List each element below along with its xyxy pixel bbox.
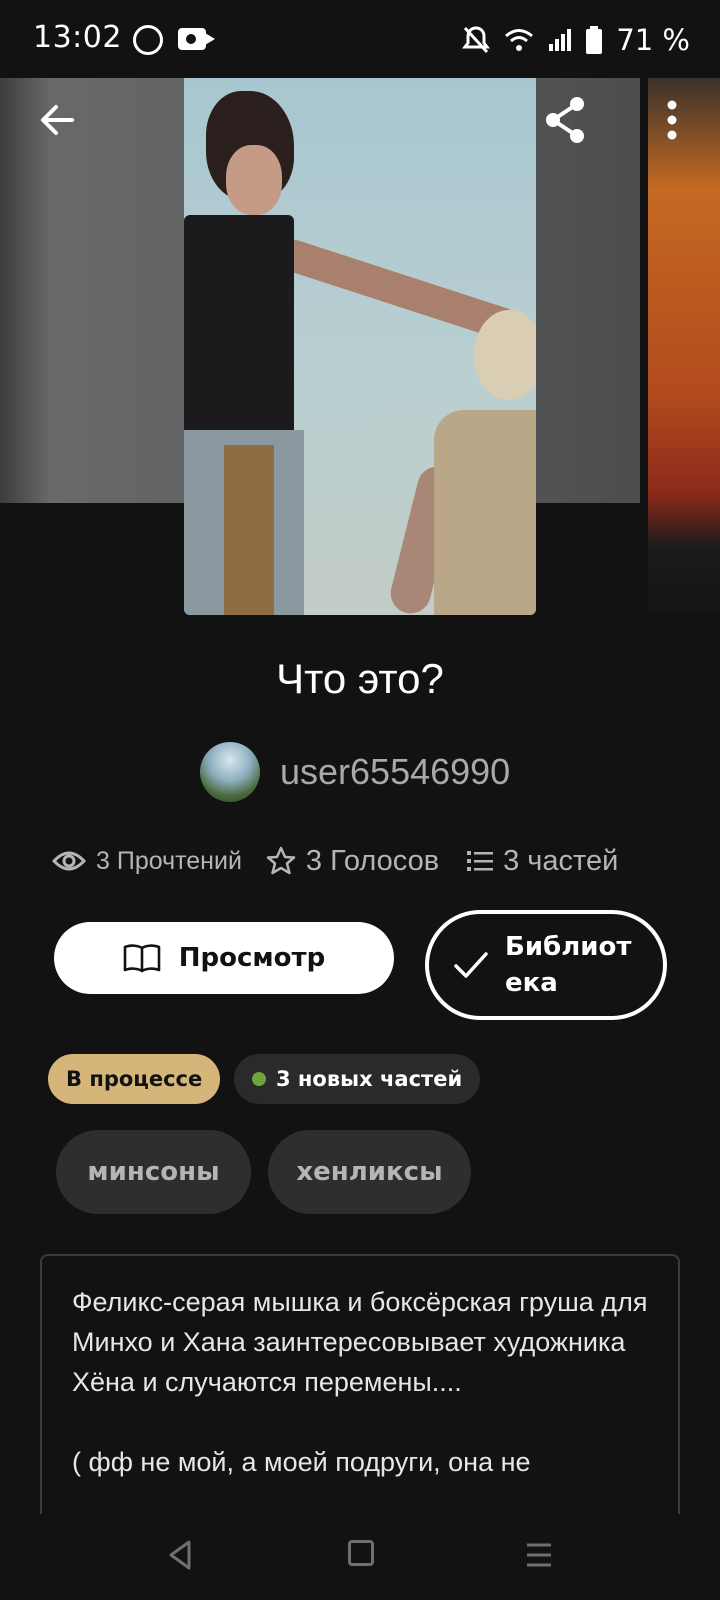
library-button-label: Библиотека: [505, 932, 632, 998]
avatar[interactable]: [200, 742, 260, 802]
next-cover-preview[interactable]: [648, 68, 720, 613]
description-box[interactable]: Феликс-серая мышка и боксёрская груша дл…: [40, 1254, 680, 1514]
share-icon[interactable]: [540, 92, 596, 148]
story-stats: 3 Прочтений 3 Голосов 3 частей: [52, 836, 692, 886]
system-nav-bar: [0, 1514, 720, 1600]
votes-stat: 3 Голосов: [266, 845, 439, 878]
check-icon: [454, 952, 488, 978]
read-button[interactable]: Просмотр: [54, 922, 394, 994]
parts-stat: 3 частей: [467, 845, 618, 878]
battery-icon: [586, 26, 603, 54]
description-text: Феликс-серая мышка и боксёрская груша дл…: [72, 1287, 648, 1477]
votes-count: 3 Голосов: [305, 844, 440, 877]
author-name[interactable]: user65546990: [280, 751, 510, 793]
nav-back-icon[interactable]: [163, 1538, 197, 1572]
new-dot-icon: [252, 1072, 266, 1086]
status-time: 13:02: [33, 20, 122, 55]
back-arrow-icon[interactable]: [30, 92, 86, 148]
list-icon: [467, 851, 494, 871]
battery-percent: 71 %: [616, 23, 690, 57]
wifi-icon: [505, 29, 534, 51]
parts-count: 3 частей: [503, 844, 619, 877]
new-parts-badge: 3 новых частей: [234, 1054, 481, 1104]
author-row[interactable]: user65546990: [200, 740, 510, 804]
story-cover[interactable]: [184, 65, 536, 615]
bell-off-icon: [462, 26, 491, 54]
read-button-label: Просмотр: [178, 943, 326, 973]
star-icon: [266, 846, 296, 875]
nav-menu-icon[interactable]: [526, 1542, 552, 1568]
new-parts-label: 3 новых частей: [276, 1067, 463, 1091]
eye-icon: [52, 851, 86, 871]
reads-count: 3 Прочтений: [96, 846, 242, 875]
status-bar: 13:02 71 %: [0, 0, 720, 78]
library-button[interactable]: Библиотека: [425, 910, 667, 1020]
video-camera-icon: [178, 28, 215, 50]
status-badge: В процессе: [48, 1054, 221, 1104]
walk-icon: [133, 25, 163, 55]
open-book-icon: [123, 944, 161, 973]
tag-chip[interactable]: минсоны: [56, 1130, 251, 1214]
nav-home-icon[interactable]: [348, 1540, 374, 1566]
status-icons: 71 %: [462, 20, 690, 60]
signal-icon: [549, 29, 572, 51]
tag-chip[interactable]: хенликсы: [268, 1130, 471, 1214]
story-title: Что это?: [276, 655, 444, 702]
reads-stat: 3 Прочтений: [52, 847, 242, 876]
more-vertical-icon[interactable]: [650, 92, 694, 148]
